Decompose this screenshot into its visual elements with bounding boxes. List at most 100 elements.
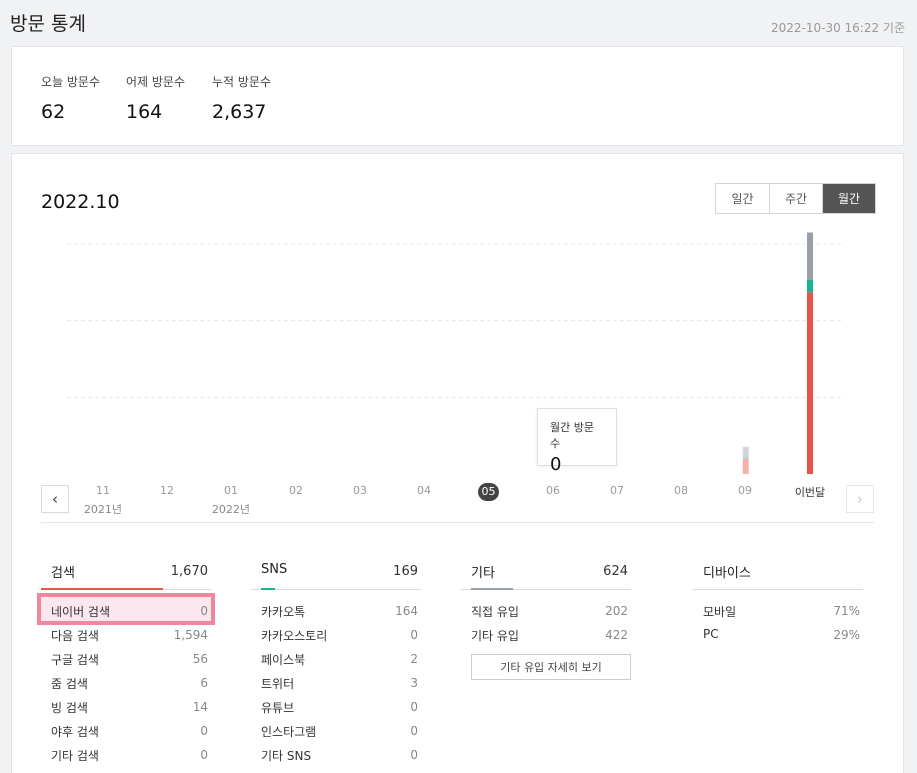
chart-tooltip: 월간 방문수 0 (537, 408, 617, 475)
chevron-left-icon[interactable]: ‹ (41, 485, 69, 513)
sns-total: 169 (393, 564, 418, 579)
other-header: 기타 624 (461, 558, 631, 590)
list-item-label: 다음 검색 (51, 629, 99, 643)
other-stats: 기타 624 직접 유입 202 기타 유입 422 기타 유입 자세히 보기 (461, 558, 631, 680)
list-item-value: 1,594 (173, 628, 208, 642)
sns-header: SNS 169 (251, 558, 421, 590)
list-item-value: 56 (192, 652, 208, 666)
device-title: 디바이스 (703, 566, 751, 581)
sns-underline (261, 588, 275, 590)
summary-card: 오늘 방문수 62 어제 방문수 164 누적 방문수 2,637 (11, 46, 904, 146)
summary-label: 어제 방문수 (126, 75, 186, 89)
list-item[interactable]: 구글 검색 56 (41, 645, 211, 669)
list-item[interactable]: 기타 유입 422 (461, 621, 631, 645)
search-underline (41, 588, 163, 590)
month-label[interactable]: 07 (597, 484, 637, 497)
list-item-value: 0 (200, 604, 208, 618)
visits-bar-chart (67, 232, 842, 474)
month-label[interactable]: 04 (404, 484, 444, 497)
list-item[interactable]: 야후 검색 0 (41, 717, 211, 741)
chart-bar-segment[interactable] (807, 292, 813, 474)
month-label-current[interactable]: 이번달 (790, 484, 830, 500)
month-label[interactable]: 09 (725, 484, 765, 497)
month-label-selected[interactable]: 05 (478, 483, 499, 501)
sns-stats: SNS 169 카카오톡 164 카카오스토리 0 페이스북 2 트위터 3 유… (251, 558, 421, 765)
month-label[interactable]: 02 (276, 484, 316, 497)
tab-monthly[interactable]: 월간 (822, 184, 875, 213)
list-item-label: 페이스북 (261, 653, 306, 667)
list-item[interactable]: 페이스북 2 (251, 645, 421, 669)
list-item-value: 164 (395, 604, 418, 618)
list-item[interactable]: 빙 검색 14 (41, 693, 211, 717)
sns-title: SNS (261, 562, 288, 577)
list-item-label: 트위터 (261, 677, 295, 691)
list-item-value: 0 (410, 748, 418, 762)
chart-bar-segment[interactable] (742, 458, 749, 474)
period-tabs: 일간 주간 월간 (715, 183, 876, 214)
summary-label: 누적 방문수 (212, 75, 272, 89)
list-item[interactable]: 카카오톡 164 (251, 597, 421, 621)
list-item[interactable]: 기타 SNS 0 (251, 741, 421, 765)
list-item-label: 구글 검색 (51, 653, 99, 667)
search-total: 1,670 (170, 564, 208, 579)
year-label: 2022년 (211, 503, 251, 516)
month-label[interactable]: 03 (340, 484, 380, 497)
chart-bar-segment[interactable] (807, 280, 813, 293)
list-item-label: 기타 검색 (51, 749, 99, 763)
summary-value: 62 (41, 101, 66, 123)
month-label[interactable]: 01 (211, 484, 251, 497)
month-label[interactable]: 12 (147, 484, 187, 497)
month-label[interactable]: 06 (533, 484, 573, 497)
search-stats: 검색 1,670 네이버 검색 0 다음 검색 1,594 구글 검색 56 줌… (41, 558, 211, 765)
list-item-value: 0 (410, 700, 418, 714)
summary-total: 누적 방문수 2,637 (212, 73, 271, 123)
tooltip-value: 0 (550, 454, 562, 475)
month-label[interactable]: 08 (661, 484, 701, 497)
list-item-value: 422 (605, 628, 628, 642)
list-item-value: 29% (833, 628, 860, 642)
list-item-label: 빙 검색 (51, 701, 88, 715)
list-item-label: 줌 검색 (51, 677, 88, 691)
chart-bar-segment[interactable] (742, 457, 749, 459)
list-item[interactable]: 유튜브 0 (251, 693, 421, 717)
list-item[interactable]: 다음 검색 1,594 (41, 621, 211, 645)
list-item[interactable]: 카카오스토리 0 (251, 621, 421, 645)
divider (41, 522, 874, 523)
list-item-value: 0 (410, 628, 418, 642)
list-item-value: 71% (833, 604, 860, 618)
list-item[interactable]: 트위터 3 (251, 669, 421, 693)
tab-weekly[interactable]: 주간 (769, 184, 822, 213)
year-label: 2021년 (83, 503, 123, 516)
list-item-label: 직접 유입 (471, 605, 519, 619)
list-item[interactable]: 네이버 검색 0 (41, 597, 211, 621)
search-header: 검색 1,670 (41, 558, 211, 590)
list-item-label: 인스타그램 (261, 725, 317, 739)
list-item-value: 6 (200, 676, 208, 690)
list-item-label: 기타 유입 (471, 629, 519, 643)
list-item: PC 29% (693, 621, 863, 645)
list-item-value: 14 (192, 700, 208, 714)
month-label[interactable]: 11 (83, 484, 123, 497)
list-item-label: 야후 검색 (51, 725, 99, 739)
list-item-label: 모바일 (703, 605, 737, 619)
chart-bar-segment[interactable] (807, 232, 813, 281)
list-item-label: 유튜브 (261, 701, 295, 715)
as-of-timestamp: 2022-10-30 16:22 기준 (770, 21, 905, 35)
list-item[interactable]: 기타 검색 0 (41, 741, 211, 765)
device-header: 디바이스 (693, 558, 863, 590)
list-item-label: PC (703, 627, 719, 641)
chart-card: 2022.10 일간 주간 월간 월간 방문수 0 ‹ › 11 12 01 0… (11, 153, 904, 773)
list-item[interactable]: 인스타그램 0 (251, 717, 421, 741)
list-item: 모바일 71% (693, 597, 863, 621)
summary-value: 2,637 (212, 101, 267, 123)
list-item[interactable]: 줌 검색 6 (41, 669, 211, 693)
chevron-right-icon[interactable]: › (846, 485, 874, 513)
other-detail-button[interactable]: 기타 유입 자세히 보기 (471, 654, 631, 680)
tab-daily[interactable]: 일간 (716, 184, 769, 213)
summary-today: 오늘 방문수 62 (41, 73, 100, 123)
list-item-value: 2 (410, 652, 418, 666)
period-title: 2022.10 (41, 191, 120, 213)
chart-bar-segment[interactable] (742, 446, 749, 458)
list-item-value: 0 (200, 748, 208, 762)
list-item[interactable]: 직접 유입 202 (461, 597, 631, 621)
